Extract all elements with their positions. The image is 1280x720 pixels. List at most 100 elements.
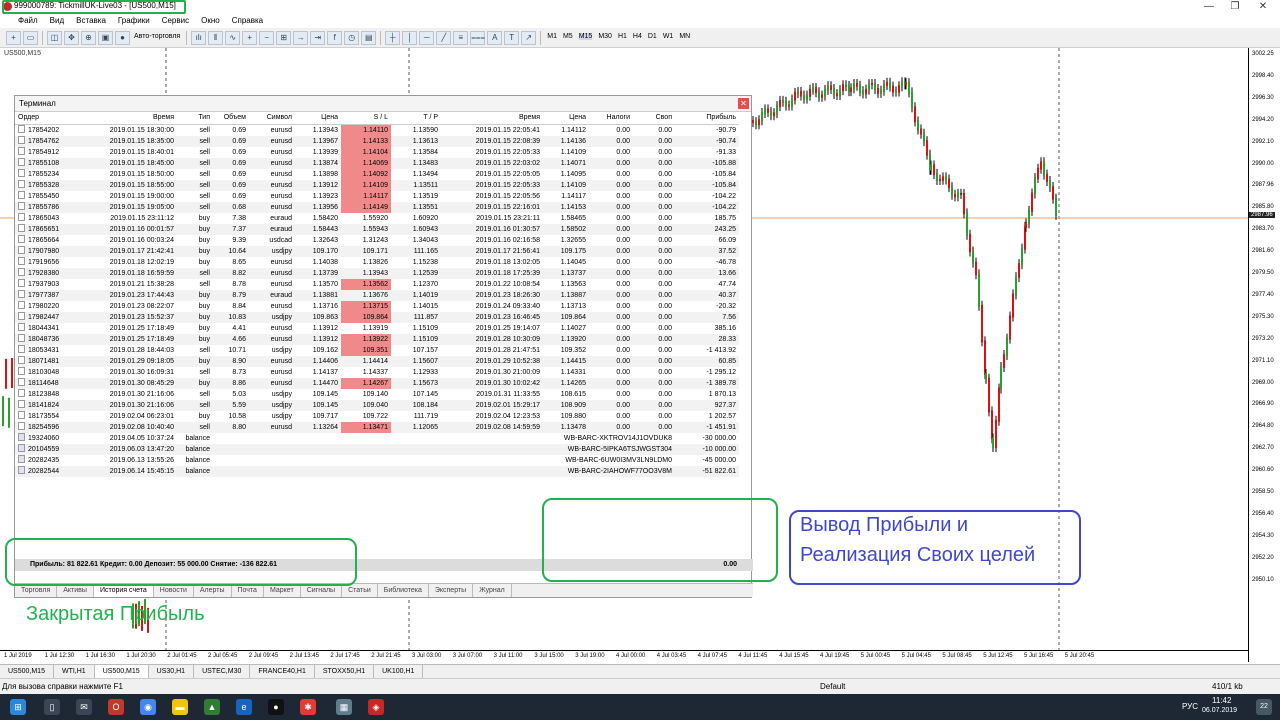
timeframe-m30[interactable]: M30 [598,33,612,40]
table-row[interactable]: 18048736 2019.01.25 17:18:49 buy 4.66 eurusd… [15,333,739,345]
menu-view[interactable]: Вид [44,14,70,28]
table-row[interactable]: 18114648 2019.01.30 08:45:29 buy 8.86 eurusd… [15,377,739,389]
periods-icon[interactable]: ◷ [344,31,360,45]
crosshair-icon[interactable]: ┼ [385,31,401,45]
table-row[interactable]: 18254596 2019.02.08 10:40:40 sell 8.80 eurus… [15,421,739,433]
table-row[interactable]: 17855450 2019.01.15 19:00:00 sell 0.69 eurus… [15,190,739,202]
indicators-icon[interactable]: f [327,31,343,45]
chrome-icon[interactable]: ◉ [140,699,156,715]
table-row[interactable]: 17865651 2019.01.16 00:01:57 buy 7.37 euraud… [15,223,739,235]
restore-button[interactable]: ❐ [1222,0,1248,14]
terminal-tab[interactable]: Эксперты [429,584,474,597]
table-row[interactable]: 17854912 2019.01.15 18:40:01 sell 0.69 eurus… [15,146,739,158]
balance-row[interactable]: 19324060 2019.04.05 10:37:24 balance WB-BAR… [15,432,739,444]
channel-icon[interactable]: ≡ [453,31,469,45]
media-icon[interactable]: ● [268,699,284,715]
photos-icon[interactable]: ▲ [204,699,220,715]
chart-tab[interactable]: US30,H1 [149,665,195,678]
fibo-icon[interactable]: ⩶ [470,31,486,45]
data-window-icon[interactable]: ⊕ [81,31,96,45]
terminal-icon[interactable]: ▣ [98,31,113,45]
table-row[interactable]: 18044341 2019.01.25 17:18:49 buy 4.41 eurusd… [15,322,739,334]
folder-icon[interactable]: ▬ [172,699,188,715]
timeframe-m15[interactable]: M15 [578,33,593,40]
timeframe-h1[interactable]: H1 [618,33,627,40]
table-row[interactable]: 18053431 2019.01.28 18:44:03 sell 10.71 usdj… [15,344,739,356]
column-header[interactable]: Своп [633,112,675,125]
balance-row[interactable]: 20282435 2019.06.13 13:55:26 balance WB-BAR… [15,454,739,466]
chart-tab[interactable]: UK100,H1 [374,665,424,678]
shift-icon[interactable]: ⇥ [310,31,326,45]
menu-insert[interactable]: Вставка [70,14,112,28]
column-header[interactable]: Время [441,112,543,125]
column-header[interactable]: Цена [543,112,589,125]
table-row[interactable]: 18071481 2019.01.29 09:18:05 buy 8.90 eurusd… [15,355,739,367]
chart-tab[interactable]: STOXX50,H1 [315,665,375,678]
new-chart-icon[interactable]: + [6,31,21,45]
balance-row[interactable]: 20282544 2019.06.14 15:45:15 balance WB-BAR… [15,465,739,477]
column-header[interactable]: Объем [213,112,249,125]
timeframe-m5[interactable]: M5 [563,33,573,40]
table-row[interactable]: 18123848 2019.01.30 21:16:06 sell 5.03 usdjp… [15,388,739,400]
line-chart-icon[interactable]: ∿ [225,31,241,45]
column-header[interactable]: Тип [177,112,213,125]
table-row[interactable]: 18103048 2019.01.30 16:09:31 sell 8.73 eurus… [15,366,739,378]
language-indicator[interactable]: РУС [1182,702,1198,711]
menu-charts[interactable]: Графики [112,14,156,28]
table-row[interactable]: 18173554 2019.02.04 06:23:01 buy 10.58 usdjp… [15,410,739,422]
balance-row[interactable]: 20104559 2019.06.03 13:47:20 balance WB-BAR… [15,443,739,455]
table-row[interactable]: 17855786 2019.01.15 19:05:00 sell 0.68 eurus… [15,201,739,213]
table-row[interactable]: 17982447 2019.01.23 15:52:37 buy 10.83 usdjp… [15,311,739,323]
table-row[interactable]: 17919656 2019.01.18 12:02:19 buy 8.65 eurusd… [15,256,739,268]
timeframe-d1[interactable]: D1 [648,33,657,40]
column-header[interactable]: T / P [391,112,441,125]
zoom-out-icon[interactable]: − [259,31,275,45]
start-icon[interactable]: ⊞ [10,699,26,715]
zoom-in-icon[interactable]: + [242,31,258,45]
bar-chart-icon[interactable]: ılı [191,31,207,45]
menu-file[interactable]: Файл [0,14,44,28]
tile-icon[interactable]: ⊞ [276,31,292,45]
table-row[interactable]: 17855108 2019.01.15 18:45:00 sell 0.69 eurus… [15,157,739,169]
profiles-icon[interactable]: ▭ [23,31,38,45]
task-view-icon[interactable]: ▯ [44,699,60,715]
table-row[interactable]: 17854762 2019.01.15 18:35:00 sell 0.69 eurus… [15,135,739,147]
label-icon[interactable]: T [504,31,520,45]
autoscroll-icon[interactable]: → [293,31,309,45]
terminal-tab[interactable]: Библиотека [378,584,429,597]
trendline-icon[interactable]: ╱ [436,31,452,45]
chart-tab[interactable]: FRANCE40,H1 [250,665,315,678]
column-header[interactable]: Цена [295,112,341,125]
text-icon[interactable]: A [487,31,503,45]
table-row[interactable]: 17865043 2019.01.15 23:11:12 buy 7.38 euraud… [15,212,739,224]
table-row[interactable]: 17928380 2019.01.18 16:59:59 sell 8.82 eurus… [15,267,739,279]
menu-help[interactable]: Справка [226,14,269,28]
chart-tab[interactable]: US500,M15 [94,665,149,678]
column-header[interactable]: S / L [341,112,391,125]
table-row[interactable]: 17977387 2019.01.23 17:44:43 buy 8.79 euraud… [15,289,739,301]
timeframe-m1[interactable]: M1 [547,33,557,40]
table-row[interactable]: 18141824 2019.01.30 21:16:06 sell 5.59 usdjp… [15,399,739,411]
opera-icon[interactable]: O [108,699,124,715]
vline-icon[interactable]: │ [402,31,418,45]
close-window-button[interactable]: ✕ [1250,0,1276,14]
timeframe-mn[interactable]: MN [679,33,690,40]
app-icon-red[interactable]: ✱ [300,699,316,715]
navigator-icon[interactable]: ✥ [64,31,79,45]
table-row[interactable]: 17855328 2019.01.15 18:55:00 sell 0.69 eurus… [15,179,739,191]
table-row[interactable]: 17855234 2019.01.15 18:50:00 sell 0.69 eurus… [15,168,739,180]
column-header[interactable]: Налоги [589,112,633,125]
chart-tab[interactable]: USTEC,M30 [194,665,251,678]
table-row[interactable]: 17980220 2019.01.23 08:22:07 buy 8.84 eurusd… [15,300,739,312]
terminal-close-button[interactable]: ✕ [738,98,749,109]
browser-icon[interactable]: e [236,699,252,715]
mail-icon[interactable]: ✉ [76,699,92,715]
chart-tab[interactable]: WTI,H1 [54,665,95,678]
autotrade-button[interactable]: Авто-торговля [134,33,180,40]
menu-window[interactable]: Окно [195,14,226,28]
column-header[interactable]: Время [89,112,177,125]
timeframe-w1[interactable]: W1 [663,33,674,40]
table-row[interactable]: 17937903 2019.01.21 15:38:28 sell 8.78 eurus… [15,278,739,290]
chart-tab[interactable]: US500,M15 [0,665,54,678]
column-header[interactable]: Символ [249,112,295,125]
